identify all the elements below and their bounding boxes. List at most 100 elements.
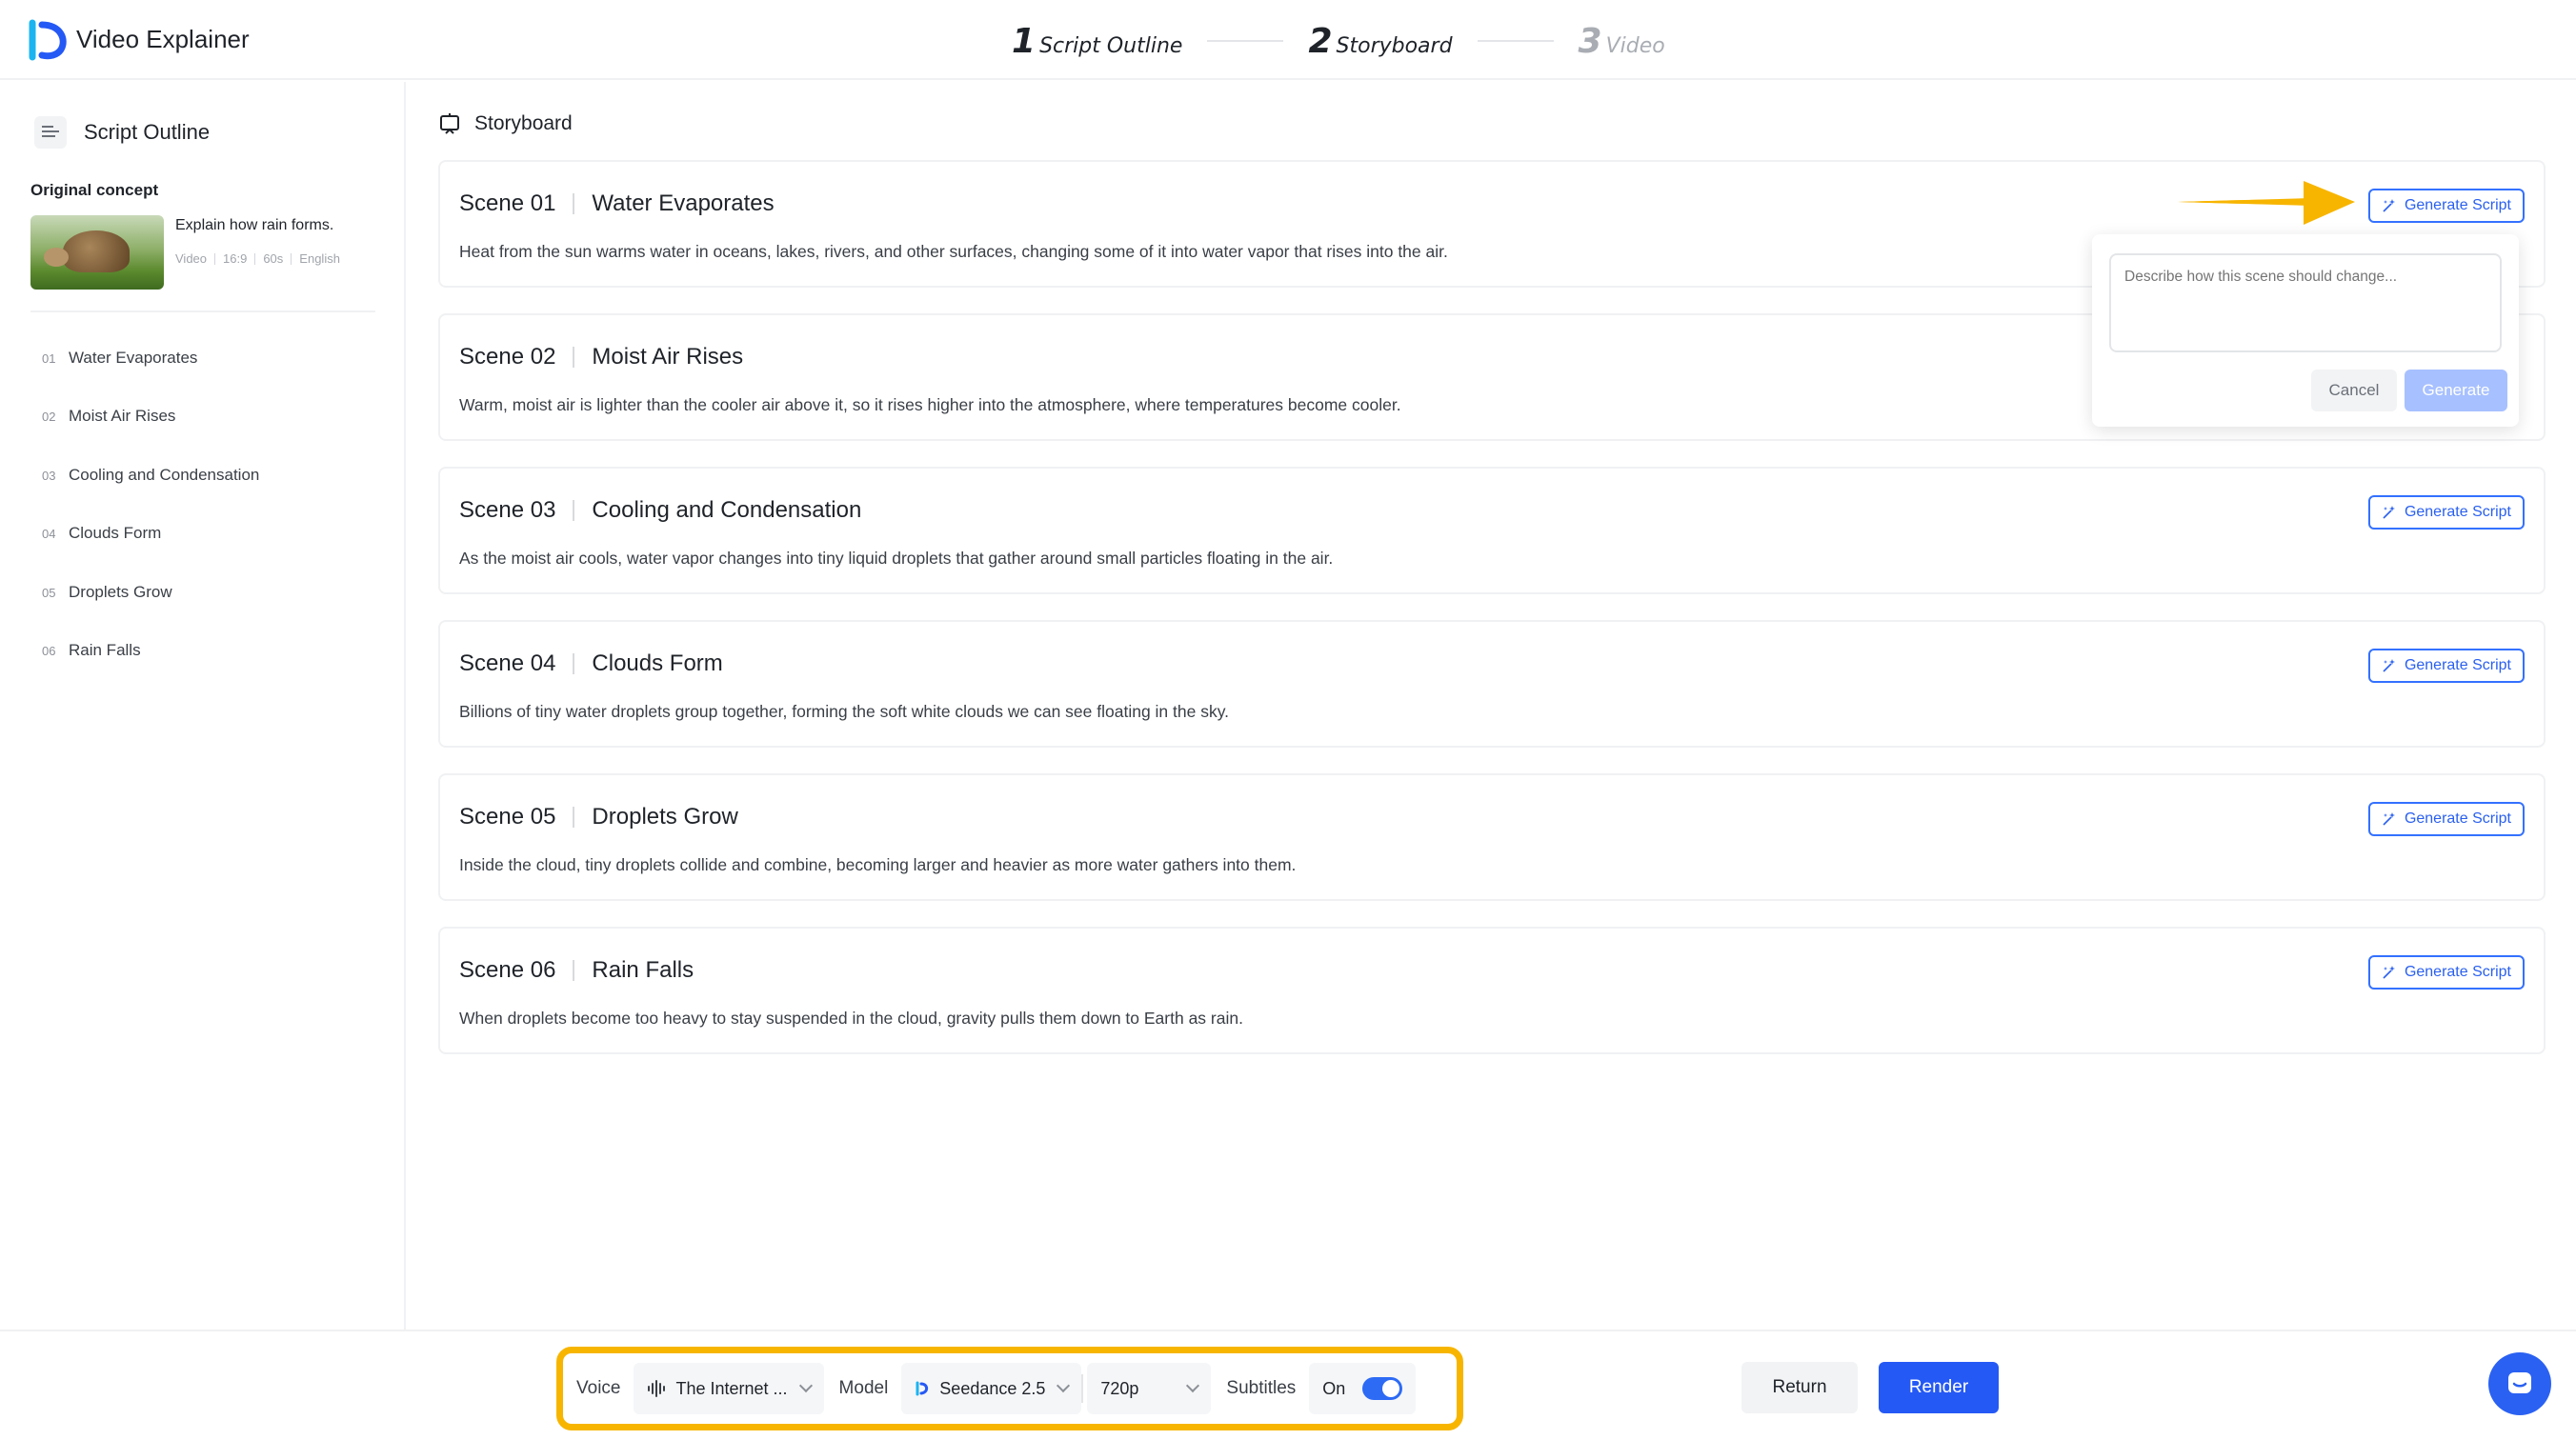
outline-number: 02 [42, 410, 56, 425]
scene-description: Inside the cloud, tiny droplets collide … [459, 855, 1297, 874]
magic-wand-icon [2383, 199, 2395, 212]
chevron-down-icon [798, 1378, 813, 1393]
outline-item-water-evaporates[interactable]: 01 Water Evaporates [42, 349, 259, 407]
scene-description: When droplets become too heavy to stay s… [459, 1009, 1243, 1028]
sidebar-title: Script Outline [84, 120, 211, 144]
subtitles-toggle[interactable] [1362, 1377, 1403, 1400]
outline-list-icon [34, 116, 67, 149]
generate-script-label: Generate Script [2404, 504, 2511, 520]
step-video[interactable]: 3 Video [1579, 22, 1665, 61]
voice-label: Voice [576, 1378, 621, 1398]
step-label: Script Outline [1039, 33, 1183, 58]
outline-label: Cooling and Condensation [69, 465, 260, 484]
generate-button[interactable]: Generate [2405, 370, 2507, 411]
step-number: 1 [1012, 21, 1036, 61]
generate-script-button[interactable]: Generate Script [2367, 649, 2525, 683]
scene-card-05: Scene 05 Droplets Grow Inside the cloud,… [438, 773, 2546, 901]
return-button[interactable]: Return [1741, 1362, 1858, 1413]
step-number: 2 [1308, 21, 1333, 61]
scene-divider [573, 807, 575, 828]
resolution-value: 720p [1100, 1378, 1139, 1398]
chat-icon [2508, 1372, 2531, 1393]
render-settings-panel: Voice The Internet ... Model Seedance 2.… [556, 1347, 1463, 1430]
magic-wand-icon [2383, 506, 2395, 519]
scene-divider [573, 347, 575, 368]
generate-script-label: Generate Script [2404, 657, 2511, 673]
outline-label: Moist Air Rises [69, 407, 176, 426]
outline-item-moist-air-rises[interactable]: 02 Moist Air Rises [42, 407, 259, 465]
scene-title: Rain Falls [592, 957, 694, 983]
scene-header: Scene 05 Droplets Grow [459, 804, 738, 830]
sidebar: Script Outline Original concept Explain … [0, 82, 406, 1330]
scene-number: Scene 04 [459, 650, 556, 676]
thumbnail-shell [63, 230, 130, 272]
generate-script-button[interactable]: Generate Script [2367, 495, 2525, 530]
meta-type: Video [175, 251, 208, 266]
subtitles-label: Subtitles [1226, 1378, 1297, 1398]
generate-script-label: Generate Script [2404, 197, 2511, 213]
scene-header: Scene 04 Clouds Form [459, 650, 723, 677]
outline-item-clouds-form[interactable]: 04 Clouds Form [42, 524, 259, 582]
meta-language: English [299, 251, 340, 266]
scene-header: Scene 01 Water Evaporates [459, 190, 775, 217]
subtitles-value: On [1322, 1378, 1346, 1398]
step-divider [1207, 40, 1284, 42]
outline-number: 06 [42, 643, 56, 658]
scene-description: Warm, moist air is lighter than the cool… [459, 395, 1401, 414]
scene-change-input[interactable] [2109, 253, 2502, 352]
scene-divider [573, 193, 575, 214]
render-button[interactable]: Render [1879, 1362, 1999, 1413]
meta-duration: 60s [263, 251, 284, 266]
generate-script-button[interactable]: Generate Script [2367, 189, 2525, 223]
scene-number: Scene 05 [459, 804, 556, 830]
cancel-button[interactable]: Cancel [2311, 370, 2397, 411]
scene-number: Scene 02 [459, 344, 556, 370]
step-storyboard[interactable]: 2 Storyboard [1308, 22, 1452, 61]
step-script-outline[interactable]: 1 Script Outline [1012, 22, 1182, 61]
sidebar-divider [30, 310, 375, 312]
highlight-arrow-icon [2178, 181, 2355, 225]
select-divider [1081, 1374, 1084, 1403]
outline-label: Rain Falls [69, 640, 141, 659]
magic-wand-icon [2383, 966, 2395, 979]
model-logo-icon [916, 1381, 929, 1396]
outline-label: Droplets Grow [69, 582, 172, 601]
chat-support-button[interactable] [2488, 1352, 2551, 1415]
outline-number: 05 [42, 585, 56, 600]
concept-label: Original concept [30, 181, 159, 199]
step-indicator: 1 Script Outline 2 Storyboard 3 Video [1012, 19, 1665, 63]
outline-item-rain-falls[interactable]: 06 Rain Falls [42, 641, 259, 699]
meta-ratio: 16:9 [223, 251, 248, 266]
scene-title: Water Evaporates [592, 190, 775, 216]
resolution-select[interactable]: 720p [1087, 1363, 1212, 1414]
app-header: Video Explainer 1 Script Outline 2 Story… [0, 0, 2576, 80]
generate-script-button[interactable]: Generate Script [2367, 802, 2525, 836]
voice-select[interactable]: The Internet ... [634, 1363, 824, 1414]
generate-script-button[interactable]: Generate Script [2367, 955, 2525, 990]
voice-value: The Internet ... [675, 1378, 788, 1398]
scene-divider [573, 960, 575, 981]
bottom-bar: Voice The Internet ... Model Seedance 2.… [0, 1330, 2576, 1440]
audio-wave-icon [648, 1380, 666, 1397]
outline-label: Clouds Form [69, 524, 162, 543]
scene-title: Cooling and Condensation [592, 497, 862, 523]
scene-header: Scene 03 Cooling and Condensation [459, 497, 861, 524]
outline-item-cooling-condensation[interactable]: 03 Cooling and Condensation [42, 466, 259, 524]
sidebar-header: Script Outline [34, 116, 210, 149]
magic-wand-icon [2383, 812, 2395, 826]
storyboard-icon [440, 113, 459, 134]
step-label: Video [1605, 33, 1665, 58]
scene-card-06: Scene 06 Rain Falls When droplets become… [438, 927, 2546, 1054]
scene-title: Moist Air Rises [592, 344, 744, 370]
model-select[interactable]: Seedance 2.5 [901, 1363, 1082, 1414]
concept-thumbnail[interactable] [30, 215, 164, 290]
generate-script-label: Generate Script [2404, 964, 2511, 980]
outline-number: 01 [42, 351, 56, 366]
scene-number: Scene 01 [459, 190, 556, 216]
meta-divider [291, 252, 292, 265]
chevron-down-icon [1186, 1378, 1200, 1393]
thumbnail-head [44, 248, 69, 267]
outline-item-droplets-grow[interactable]: 05 Droplets Grow [42, 583, 259, 641]
scene-card-03: Scene 03 Cooling and Condensation As the… [438, 467, 2546, 594]
scene-number: Scene 06 [459, 957, 556, 983]
